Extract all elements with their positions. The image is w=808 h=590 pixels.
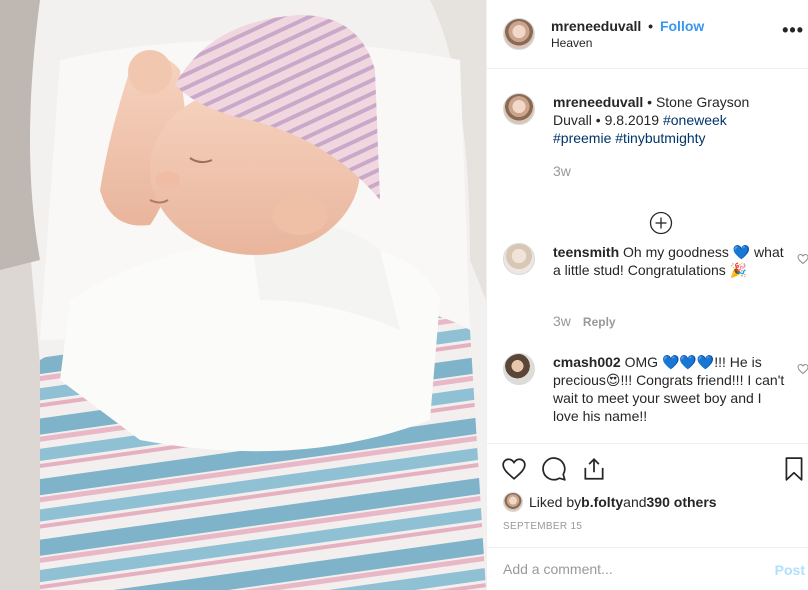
hashtag-link[interactable]: #oneweek [663,112,727,128]
location-link[interactable]: Heaven [551,36,592,50]
comment-meta: 3w Reply [553,313,616,329]
comment-icon[interactable] [541,456,567,482]
comments-list[interactable]: mreneeduvall • Stone Grayson Duvall • 9.… [487,69,808,443]
post-date[interactable]: SEPTEMBER 15 [503,521,582,532]
caption-text: mreneeduvall • Stone Grayson Duvall • 9.… [553,93,789,147]
caption-comment: mreneeduvall • Stone Grayson Duvall • 9.… [487,93,808,243]
author-username[interactable]: mreneeduvall [551,18,641,34]
like-comment-heart-icon[interactable] [797,363,808,375]
comment-username[interactable]: cmash002 [553,354,621,370]
more-options-button[interactable]: ••• [782,20,804,41]
author-avatar[interactable] [503,18,535,50]
comment-username[interactable]: mreneeduvall [553,94,643,110]
caption-author-avatar[interactable] [503,93,535,125]
hashtag-link[interactable]: #tinybutmighty [615,130,705,146]
share-icon[interactable] [581,456,607,482]
likes-mid: and [623,494,647,510]
comment-text: teensmith Oh my goodness 💙 what a little… [553,243,789,279]
follow-button[interactable]: Follow [660,18,704,34]
separator-dot: • [648,18,654,34]
comment-item: teensmith Oh my goodness 💙 what a little… [487,243,808,333]
comment-timestamp[interactable]: 3w [553,163,571,179]
comment-username[interactable]: teensmith [553,244,619,260]
heart-icon[interactable] [501,456,527,482]
comment-input[interactable] [503,561,753,577]
newborn-photo-illustration [0,0,486,590]
commenter-avatar[interactable] [503,243,535,275]
hashtag-link[interactable]: #preemie [553,130,611,146]
liker-avatar[interactable] [503,492,523,512]
likes-summary: Liked by b.folty and 390 others [503,492,717,512]
post-comment-button[interactable]: Post [775,562,805,578]
likes-prefix: Liked by [529,494,582,510]
add-comment-bar: Post [487,547,808,590]
comment-item: cmash002 OMG 💙💙💙!!! He is precious😍!!! C… [487,353,808,433]
likes-count-link[interactable]: 390 others [647,494,717,510]
comment-timestamp[interactable]: 3w [553,313,571,329]
post-actions: Liked by b.folty and 390 others SEPTEMBE… [487,443,808,547]
liker-username[interactable]: b.folty [581,494,623,510]
post-header: mreneeduvall • Follow Heaven ••• [487,0,808,69]
reply-button[interactable]: Reply [583,315,616,329]
plus-circle-icon[interactable] [649,211,673,235]
bookmark-icon[interactable] [781,456,807,482]
comment-text: cmash002 OMG 💙💙💙!!! He is precious😍!!! C… [553,353,789,425]
commenter-avatar[interactable] [503,353,535,385]
post-photo[interactable] [0,0,486,590]
post-side-panel: mreneeduvall • Follow Heaven ••• mreneed… [486,0,808,590]
like-comment-heart-icon[interactable] [797,253,808,265]
post-header-line: mreneeduvall • Follow [551,18,704,34]
